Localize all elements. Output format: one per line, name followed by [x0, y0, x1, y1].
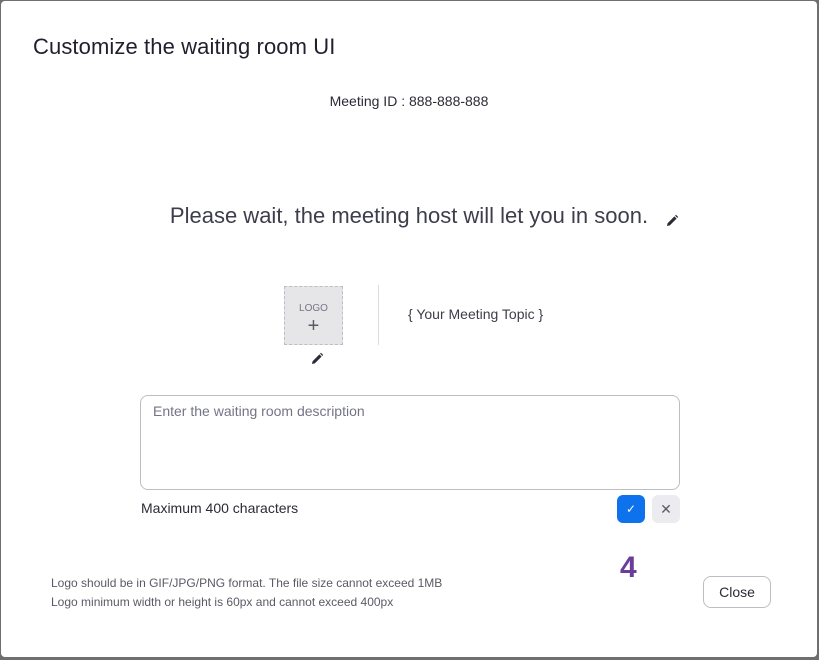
cancel-description-button[interactable]: ✕	[652, 495, 680, 523]
logo-size-hint: Logo minimum width or height is 60px and…	[51, 595, 394, 609]
close-icon: ✕	[660, 501, 672, 517]
meeting-id: Meeting ID : 888-888-888	[329, 93, 489, 109]
edit-headline-pencil-icon[interactable]	[665, 214, 679, 228]
edit-logo-pencil-icon[interactable]	[310, 352, 324, 366]
logo-upload[interactable]: LOGO +	[284, 286, 343, 345]
waiting-headline: Please wait, the meeting host will let y…	[169, 203, 649, 228]
headline-container: Please wait, the meeting host will let y…	[1, 203, 817, 229]
checkmark-icon: ✓	[625, 502, 637, 516]
plus-icon: +	[307, 315, 320, 337]
confirm-description-button[interactable]: ✓	[617, 495, 645, 523]
close-button[interactable]: Close	[703, 576, 771, 608]
dialog-title: Customize the waiting room UI	[33, 34, 336, 59]
logo-placeholder-text: LOGO	[299, 303, 328, 314]
logo-format-hint: Logo should be in GIF/JPG/PNG format. Th…	[51, 576, 443, 590]
max-characters-label: Maximum 400 characters	[141, 500, 299, 516]
meeting-topic: { Your Meeting Topic }	[408, 306, 544, 322]
vertical-divider	[378, 285, 379, 345]
description-input[interactable]	[140, 395, 680, 490]
step-number-annotation: 4	[620, 551, 637, 584]
waiting-room-dialog: Customize the waiting room UI Meeting ID…	[1, 1, 817, 657]
